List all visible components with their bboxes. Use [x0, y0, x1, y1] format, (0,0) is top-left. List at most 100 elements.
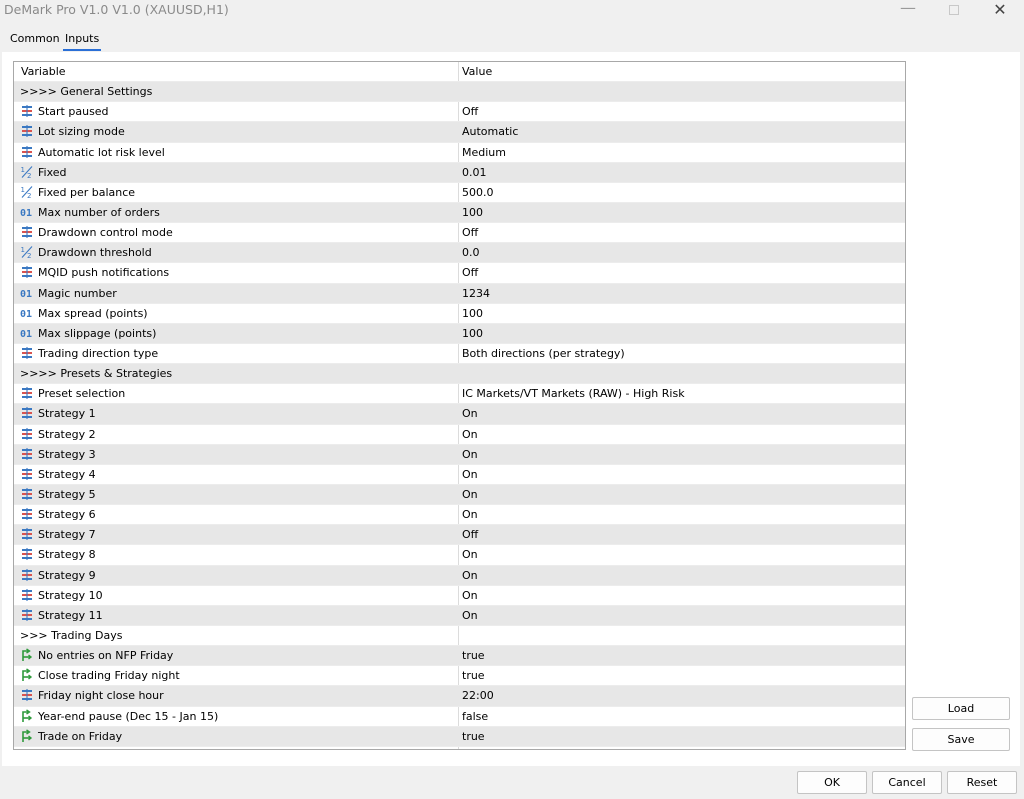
boolean-icon: [20, 708, 34, 723]
variable-cell: Strategy 3: [20, 445, 96, 465]
value-cell[interactable]: 0.0: [462, 243, 480, 263]
input-row[interactable]: Year-end pause (Dec 15 - Jan 15) false: [14, 707, 905, 727]
ok-button[interactable]: OK: [797, 771, 867, 794]
input-row[interactable]: 01 Max number of orders 100: [14, 202, 905, 224]
value-cell[interactable]: Off: [462, 102, 478, 122]
variable-cell: 1 2 Fixed per balance: [20, 183, 136, 203]
value-cell[interactable]: 1234: [462, 284, 490, 304]
input-row[interactable]: MQID push notifications Off: [14, 263, 905, 284]
variable-label: Drawdown threshold: [38, 246, 152, 260]
svg-text:1: 1: [21, 186, 25, 194]
tab-common[interactable]: Common: [10, 32, 60, 45]
input-row[interactable]: Strategy 11 On: [14, 605, 905, 626]
value-cell[interactable]: 100: [462, 324, 483, 344]
value-cell[interactable]: On: [462, 425, 478, 445]
value-cell[interactable]: true: [462, 646, 485, 666]
minimize-button[interactable]: —: [885, 0, 931, 20]
maximize-button[interactable]: [931, 0, 977, 20]
value-cell[interactable]: On: [462, 404, 478, 424]
save-button[interactable]: Save: [912, 728, 1010, 751]
input-row[interactable]: Strategy 3 On: [14, 444, 905, 465]
close-button[interactable]: ✕: [977, 0, 1023, 20]
value-cell[interactable]: On: [462, 445, 478, 465]
enum-icon: [20, 507, 34, 521]
input-row[interactable]: Strategy 2 On: [14, 425, 905, 445]
input-row[interactable]: Strategy 4 On: [14, 465, 905, 485]
enum-icon: [20, 608, 34, 622]
value-cell[interactable]: true: [462, 666, 485, 686]
enum-icon: [20, 104, 34, 118]
value-cell[interactable]: Off: [462, 525, 478, 545]
value-cell[interactable]: On: [462, 566, 478, 586]
value-cell[interactable]: 100: [462, 304, 483, 324]
header-value[interactable]: Value: [462, 62, 492, 82]
value-cell[interactable]: On: [462, 545, 478, 565]
tab-inputs[interactable]: Inputs: [63, 32, 102, 51]
input-row[interactable]: Strategy 7 Off: [14, 525, 905, 546]
group-row[interactable]: >>>> General Settings: [14, 82, 905, 103]
integer-icon: 01: [20, 205, 34, 219]
cancel-button[interactable]: Cancel: [872, 771, 942, 794]
reset-button[interactable]: Reset: [947, 771, 1017, 794]
inputs-grid[interactable]: Variable Value >>>> General Settings Star…: [13, 61, 906, 750]
input-row[interactable]: Lot sizing mode Automatic: [14, 122, 905, 143]
input-row[interactable]: Drawdown control mode Off: [14, 223, 905, 244]
input-row[interactable]: Strategy 8 On: [14, 545, 905, 566]
value-cell[interactable]: On: [462, 505, 478, 525]
input-row[interactable]: 01 Max slippage (points) 100: [14, 323, 905, 344]
input-row[interactable]: Trading direction type Both directions (p…: [14, 344, 905, 365]
value-cell[interactable]: false: [462, 707, 488, 727]
value-cell[interactable]: 0.01: [462, 163, 487, 183]
svg-text:1: 1: [21, 166, 25, 174]
value-cell[interactable]: Off: [462, 263, 478, 283]
value-cell[interactable]: On: [462, 586, 478, 606]
enum-icon: [20, 568, 34, 582]
input-row[interactable]: 01 Max spread (points) 100: [14, 304, 905, 324]
input-row[interactable]: 1 2 Drawdown threshold 0.0: [14, 243, 905, 264]
input-row[interactable]: Automatic lot risk level Medium: [14, 143, 905, 163]
value-cell[interactable]: 22:00: [462, 686, 494, 706]
input-row[interactable]: Trade on Friday true: [14, 726, 905, 747]
svg-text:01: 01: [20, 289, 32, 300]
header-variable[interactable]: Variable: [21, 62, 66, 82]
group-row[interactable]: >>> Trading Days: [14, 626, 905, 647]
variable-label: >>>> Presets & Strategies: [20, 367, 173, 381]
value-cell[interactable]: Off: [462, 223, 478, 243]
value-cell[interactable]: IC Markets/VT Markets (RAW) - High Risk: [462, 384, 685, 404]
input-row[interactable]: Strategy 10 On: [14, 586, 905, 606]
value-cell[interactable]: true: [462, 727, 485, 747]
input-row[interactable]: 1 2 Fixed 0.01: [14, 162, 905, 183]
input-row[interactable]: Strategy 1 On: [14, 404, 905, 425]
enum-icon: [20, 346, 34, 360]
variable-label: Fixed: [38, 165, 67, 179]
variable-label: Strategy 9: [38, 568, 96, 582]
value-cell[interactable]: 500.0: [462, 183, 494, 203]
variable-label: Max slippage (points): [38, 326, 157, 340]
value-cell[interactable]: On: [462, 465, 478, 485]
value-cell[interactable]: Medium: [462, 143, 506, 163]
input-row[interactable]: Strategy 6 On: [14, 505, 905, 526]
grid-header: Variable Value: [14, 62, 905, 83]
input-row[interactable]: 1 2 Fixed per balance 500.0: [14, 183, 905, 203]
load-button[interactable]: Load: [912, 697, 1010, 720]
input-row[interactable]: 01 Magic number 1234: [14, 283, 905, 304]
input-row[interactable]: Friday night close hour 22:00: [14, 686, 905, 707]
value-cell[interactable]: 100: [462, 203, 483, 223]
input-row[interactable]: Preset selection IC Markets/VT Markets (R…: [14, 384, 905, 405]
input-row[interactable]: Strategy 5 On: [14, 484, 905, 506]
value-cell[interactable]: Both directions (per strategy): [462, 344, 625, 364]
variable-label: Automatic lot risk level: [38, 145, 165, 159]
input-row[interactable]: Close trading Friday night true: [14, 666, 905, 687]
variable-cell: Automatic lot risk level: [20, 143, 165, 163]
input-row[interactable]: Start paused Off: [14, 102, 905, 123]
value-cell[interactable]: Automatic: [462, 122, 518, 142]
value-cell[interactable]: On: [462, 606, 478, 626]
input-row[interactable]: Strategy 9 On: [14, 565, 905, 586]
variable-cell: Year-end pause (Dec 15 - Jan 15): [20, 707, 218, 727]
enum-icon: [20, 406, 34, 420]
value-cell[interactable]: On: [462, 485, 478, 505]
input-row[interactable]: No entries on NFP Friday true: [14, 646, 905, 667]
group-row[interactable]: >>>> Presets & Strategies: [14, 364, 905, 385]
variable-cell: Strategy 1: [20, 404, 96, 424]
variable-label: Preset selection: [38, 387, 126, 401]
